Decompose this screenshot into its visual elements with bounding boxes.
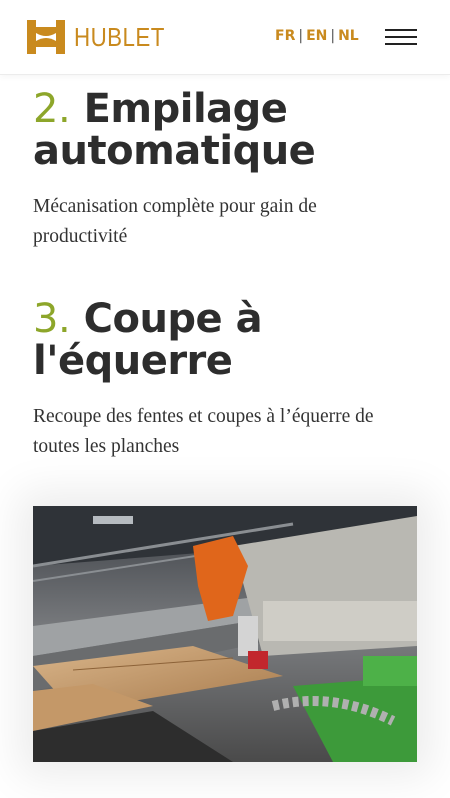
step-2-title: 2. Empilage automatique [33,88,353,172]
hublet-logo[interactable]: HUBLET [27,20,180,54]
language-switcher: FR | EN | NL [275,28,359,44]
squaring-saw-machine-image [33,506,417,762]
lang-nl-link[interactable]: NL [338,28,359,44]
hamburger-icon[interactable] [385,29,417,46]
step-2-section: 2. Empilage automatique Mécanisation com… [33,88,353,252]
machine-photo [33,506,417,762]
lang-separator: | [298,28,304,44]
step-2-title-line2: automatique [33,128,316,174]
step-3-section: 3. Coupe à l'équerre Recoupe des fentes … [33,298,405,462]
lang-fr-link[interactable]: FR [275,28,295,44]
step-3-description: Recoupe des fentes et coupes à l’équerre… [33,406,374,457]
step-2-description: Mécanisation complète pour gain de produ… [33,196,317,247]
step-2-title-line1: Empilage [83,86,288,132]
step-3-title-line2: l'équerre [33,338,233,384]
lang-en-link[interactable]: EN [306,28,327,44]
site-header: HUBLET FR | EN | NL [0,0,450,75]
step-3-title: 3. Coupe à l'équerre [33,298,405,382]
step-3-number: 3. [33,296,71,342]
step-2-number: 2. [33,86,71,132]
hublet-h-logo-icon [27,20,65,54]
lang-separator: | [330,28,336,44]
step-3-title-line1: Coupe à [83,296,263,342]
brand-name: HUBLET [74,22,165,52]
